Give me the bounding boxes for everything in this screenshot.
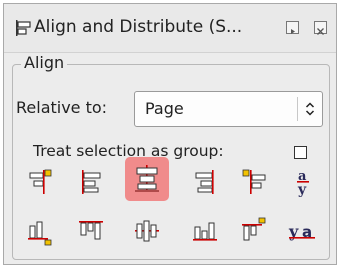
align-distribute-icon	[14, 18, 34, 38]
dock-icon[interactable]	[286, 21, 299, 34]
align-bottom-edges-icon[interactable]	[183, 210, 227, 254]
align-right-edges-to-left-anchor-icon[interactable]	[19, 161, 63, 205]
align-group-label: Align	[21, 53, 68, 72]
align-bottom-edges-to-top-anchor-icon[interactable]	[19, 210, 63, 254]
center-on-horizontal-axis-icon[interactable]	[125, 210, 169, 254]
align-left-edges-icon[interactable]	[69, 161, 113, 205]
align-top-edges-icon[interactable]	[69, 210, 113, 254]
align-right-edges-icon[interactable]	[183, 161, 227, 205]
relative-to-select[interactable]: Page	[134, 91, 323, 127]
combo-divider	[297, 97, 298, 121]
close-icon[interactable]	[314, 21, 327, 35]
panel-titlebar: Align and Distribute (S...	[4, 4, 336, 53]
align-left-edges-to-right-anchor-icon[interactable]	[233, 161, 277, 205]
align-baselines-horizontal-icon[interactable]: a y	[281, 161, 325, 205]
treat-as-group-checkbox[interactable]	[294, 146, 307, 159]
relative-to-value: Page	[145, 99, 184, 118]
align-group: Align Relative to: Page Treat selection …	[12, 53, 330, 260]
relative-to-label: Relative to:	[16, 98, 108, 117]
align-distribute-panel: Align and Distribute (S... Align Relativ…	[3, 3, 337, 265]
align-top-edges-to-bottom-anchor-icon[interactable]	[233, 210, 277, 254]
svg-text:y: y	[297, 182, 307, 197]
up-down-chevron-icon	[304, 101, 316, 117]
panel-title: Align and Distribute (S...	[34, 17, 243, 37]
align-baselines-vertical-icon[interactable]: y a	[281, 210, 325, 254]
center-on-vertical-axis-icon[interactable]	[125, 157, 169, 201]
